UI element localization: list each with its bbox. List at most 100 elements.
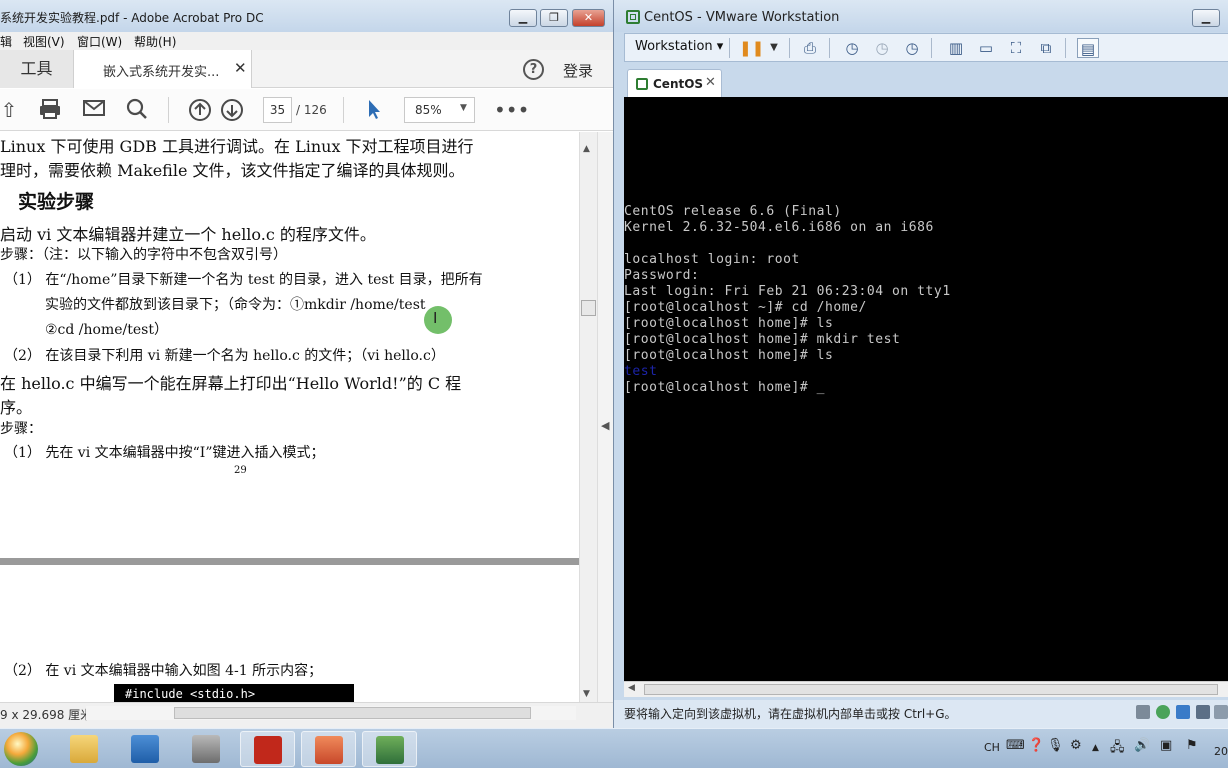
minimize-button[interactable]: ▁ [509, 9, 537, 27]
maximize-button[interactable]: ❐ [540, 9, 568, 27]
next-page-icon[interactable] [219, 98, 245, 122]
send-ctrl-alt-del-icon[interactable]: ⎙ [799, 38, 821, 58]
usb-device-icon[interactable] [1196, 705, 1210, 719]
settings-icon[interactable]: ⚙ [1070, 738, 1082, 753]
scrollbar-thumb[interactable] [644, 684, 1218, 695]
help-icon[interactable]: ? [523, 59, 544, 80]
taskbar-acrobat[interactable] [240, 731, 295, 767]
hard-disk-icon[interactable] [1136, 705, 1150, 719]
pause-icon[interactable]: ❚❚ [739, 38, 764, 58]
start-button[interactable] [4, 732, 38, 766]
more-tools-icon[interactable]: ••• [494, 98, 529, 122]
chevron-down-icon: ▼ [460, 103, 467, 113]
taskbar-ap2[interactable] [118, 731, 173, 767]
toolbar-divider [931, 38, 932, 58]
action-center-icon[interactable]: ⚑ [1186, 738, 1198, 753]
mouse-cursor-highlight: I [424, 306, 452, 334]
horizontal-scrollbar[interactable] [86, 706, 576, 720]
terminal-line: Kernel 2.6.32-504.el6.i686 on an i686 [624, 220, 934, 235]
taskbar-powerpoint[interactable] [301, 731, 356, 767]
revert-snapshot-icon[interactable]: ◷ [871, 38, 893, 58]
vmware-window: CentOS - VMware Workstation ▁ Workstatio… [614, 0, 1228, 728]
microphone-icon[interactable]: 🎙 [1047, 738, 1064, 753]
help-icon[interactable]: ❓ [1028, 738, 1044, 753]
network-icon[interactable]: 🖧 [1110, 738, 1125, 760]
scroll-down-icon[interactable]: ▼ [583, 689, 590, 699]
pdf-document-view[interactable]: Linux 下可使用 GDB 工具进行调试。在 Linux 下对工程项目进行 理… [0, 132, 579, 702]
close-button[interactable]: ✕ [572, 9, 605, 27]
doc-line: （1） 在“/home”目录下新建一个名为 test 的目录，进入 test 目… [4, 272, 483, 288]
zoom-select[interactable]: 85% ▼ [404, 97, 475, 123]
terminal-line: Last login: Fri Feb 21 06:23:04 on tty1 [624, 284, 951, 299]
cd-dvd-icon[interactable] [1156, 705, 1170, 719]
email-icon[interactable] [81, 98, 107, 122]
vmware-window-title: CentOS - VMware Workstation [644, 10, 840, 25]
search-icon[interactable] [124, 98, 150, 122]
menu-edit[interactable]: 辑 [0, 33, 12, 50]
close-tab-icon[interactable]: ✕ [705, 75, 716, 90]
vmware-icon [376, 736, 404, 764]
page-number-input[interactable]: 35 [263, 97, 292, 123]
workstation-menu-button[interactable]: Workstation ▾ [635, 39, 723, 54]
vmware-titlebar[interactable]: CentOS - VMware Workstation ▁ [614, 0, 1228, 32]
network-adapter-icon[interactable] [1176, 705, 1190, 719]
close-icon: ✕ [583, 11, 594, 24]
toolbar-divider [343, 97, 344, 123]
scrollbar-thumb[interactable] [174, 707, 531, 719]
text-cursor-icon: I [433, 309, 438, 327]
minimize-icon: ▁ [1201, 11, 1211, 24]
tab-document[interactable]: 嵌入式系统开发实... ✕ [74, 50, 252, 88]
scroll-left-icon[interactable]: ◀ [628, 683, 635, 693]
upload-cloud-icon[interactable]: ⇧ [0, 98, 22, 122]
unity-icon[interactable]: ⧉ [1035, 38, 1057, 58]
right-pane-toggle[interactable]: ◀ [597, 132, 613, 702]
volume-icon[interactable]: 🔊 [1134, 738, 1150, 753]
tab-tools[interactable]: 工具 [0, 50, 74, 88]
tab-document-label: 嵌入式系统开发实... [103, 65, 220, 80]
login-link[interactable]: 登录 [563, 60, 593, 81]
select-cursor-icon[interactable] [361, 98, 387, 122]
taskbar-explorer[interactable] [57, 731, 112, 767]
terminal-directory-entry: test [624, 364, 658, 379]
maximize-icon: ❐ [549, 11, 559, 24]
minimize-button[interactable]: ▁ [1192, 9, 1220, 27]
tab-centos[interactable]: CentOS ✕ [627, 69, 722, 97]
console-horizontal-scrollbar[interactable]: ◀ [624, 681, 1228, 697]
section-heading: 实验步骤 [18, 191, 95, 213]
acrobat-titlebar[interactable]: 系统开发实验教程.pdf - Adobe Acrobat Pro DC ▁ ❐ … [0, 0, 613, 32]
thumbnail-view-icon[interactable]: ▤ [1077, 38, 1099, 58]
printer-icon[interactable] [1214, 705, 1228, 719]
previous-page-icon[interactable] [187, 98, 213, 122]
display-icon[interactable]: ▣ [1160, 738, 1172, 753]
taskbar-vmware[interactable] [362, 731, 417, 767]
scrollbar-thumb[interactable] [581, 300, 596, 316]
terminal-line: [root@localhost home]# ls [624, 316, 834, 331]
doc-line: （2） 在 vi 文本编辑器中输入如图 4-1 所示内容； [4, 663, 323, 679]
chevron-down-icon[interactable]: ▼ [763, 38, 785, 58]
menu-help[interactable]: 帮助(H) [134, 33, 176, 50]
snapshot-icon[interactable]: ◷ [841, 38, 863, 58]
language-indicator[interactable]: CH [984, 741, 1000, 754]
close-tab-icon[interactable]: ✕ [234, 59, 247, 77]
vertical-scrollbar[interactable]: ▲ ▼ [579, 132, 597, 702]
show-hidden-icons-icon[interactable]: ▲ [1092, 743, 1099, 753]
keyboard-icon[interactable]: ⌨ [1006, 738, 1025, 753]
clock[interactable]: 20 [1214, 745, 1228, 758]
vmware-logo-icon [626, 10, 640, 24]
doc-line: 启动 vi 文本编辑器并建立一个 hello.c 的程序文件。 [0, 225, 376, 244]
menu-window[interactable]: 窗口(W) [77, 33, 122, 50]
doc-line: 步骤： [0, 421, 42, 437]
print-icon[interactable] [37, 98, 63, 122]
code-block: #include <stdio.h> [114, 684, 354, 702]
menu-view[interactable]: 视图(V) [23, 33, 65, 50]
scroll-up-icon[interactable]: ▲ [583, 144, 590, 154]
console-view-icon[interactable]: ▭ [975, 38, 997, 58]
vm-console[interactable]: CentOS release 6.6 (Final) Kernel 2.6.32… [624, 97, 1228, 681]
fullscreen-icon[interactable]: ⛶ [1005, 38, 1027, 58]
sidebar-view-icon[interactable]: ▥ [945, 38, 967, 58]
taskbar-archive[interactable] [179, 731, 234, 767]
acrobat-window-title: 系统开发实验教程.pdf - Adobe Acrobat Pro DC [0, 11, 264, 25]
snapshot-manager-icon[interactable]: ◷ [901, 38, 923, 58]
toolbar-divider [789, 38, 790, 58]
acrobat-tabbar: 工具 嵌入式系统开发实... ✕ [0, 50, 613, 88]
